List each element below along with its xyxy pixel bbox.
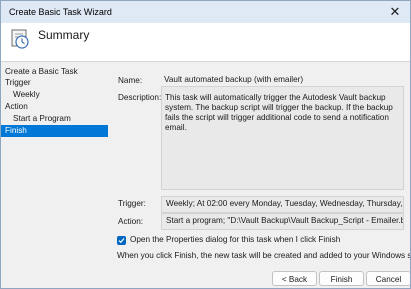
checkmark-icon: [118, 238, 125, 244]
step-finish[interactable]: Finish: [1, 125, 108, 137]
step-start-a-program[interactable]: Start a Program: [13, 113, 71, 125]
open-properties-checkbox[interactable]: [117, 236, 126, 245]
task-scheduler-icon: [11, 29, 29, 49]
title-bar: Create Basic Task Wizard ✕: [1, 1, 410, 23]
trigger-label: Trigger:: [118, 199, 146, 208]
page-title: Summary: [38, 28, 90, 42]
wizard-header: Summary: [1, 23, 410, 62]
trigger-value: Weekly; At 02:00 every Monday, Tuesday, …: [166, 199, 403, 208]
description-value: This task will automatically trigger the…: [165, 93, 393, 132]
description-label: Description:: [118, 93, 162, 102]
finish-button[interactable]: Finish: [319, 271, 364, 286]
trigger-field[interactable]: Weekly; At 02:00 every Monday, Tuesday, …: [161, 196, 404, 213]
action-field[interactable]: Start a program; "D:\Vault Backup\Vault …: [161, 213, 404, 230]
step-trigger[interactable]: Trigger: [5, 77, 31, 89]
cancel-button[interactable]: Cancel: [366, 271, 410, 286]
action-label: Action:: [118, 217, 144, 226]
action-value: Start a program; "D:\Vault Backup\Vault …: [166, 216, 404, 225]
wizard-steps: Create a Basic Task Trigger Weekly Actio…: [1, 61, 108, 288]
open-properties-label[interactable]: Open the Properties dialog for this task…: [130, 235, 340, 244]
name-label: Name:: [118, 76, 143, 85]
step-weekly[interactable]: Weekly: [13, 89, 40, 101]
name-value: Vault automated backup (with emailer): [164, 75, 304, 84]
step-action[interactable]: Action: [5, 101, 28, 113]
finish-info-text: When you click Finish, the new task will…: [117, 251, 411, 260]
wizard-window: Create Basic Task Wizard ✕ Summary Creat…: [0, 0, 411, 289]
back-button[interactable]: < Back: [272, 271, 317, 286]
close-icon[interactable]: ✕: [388, 5, 402, 19]
window-title: Create Basic Task Wizard: [9, 7, 112, 17]
